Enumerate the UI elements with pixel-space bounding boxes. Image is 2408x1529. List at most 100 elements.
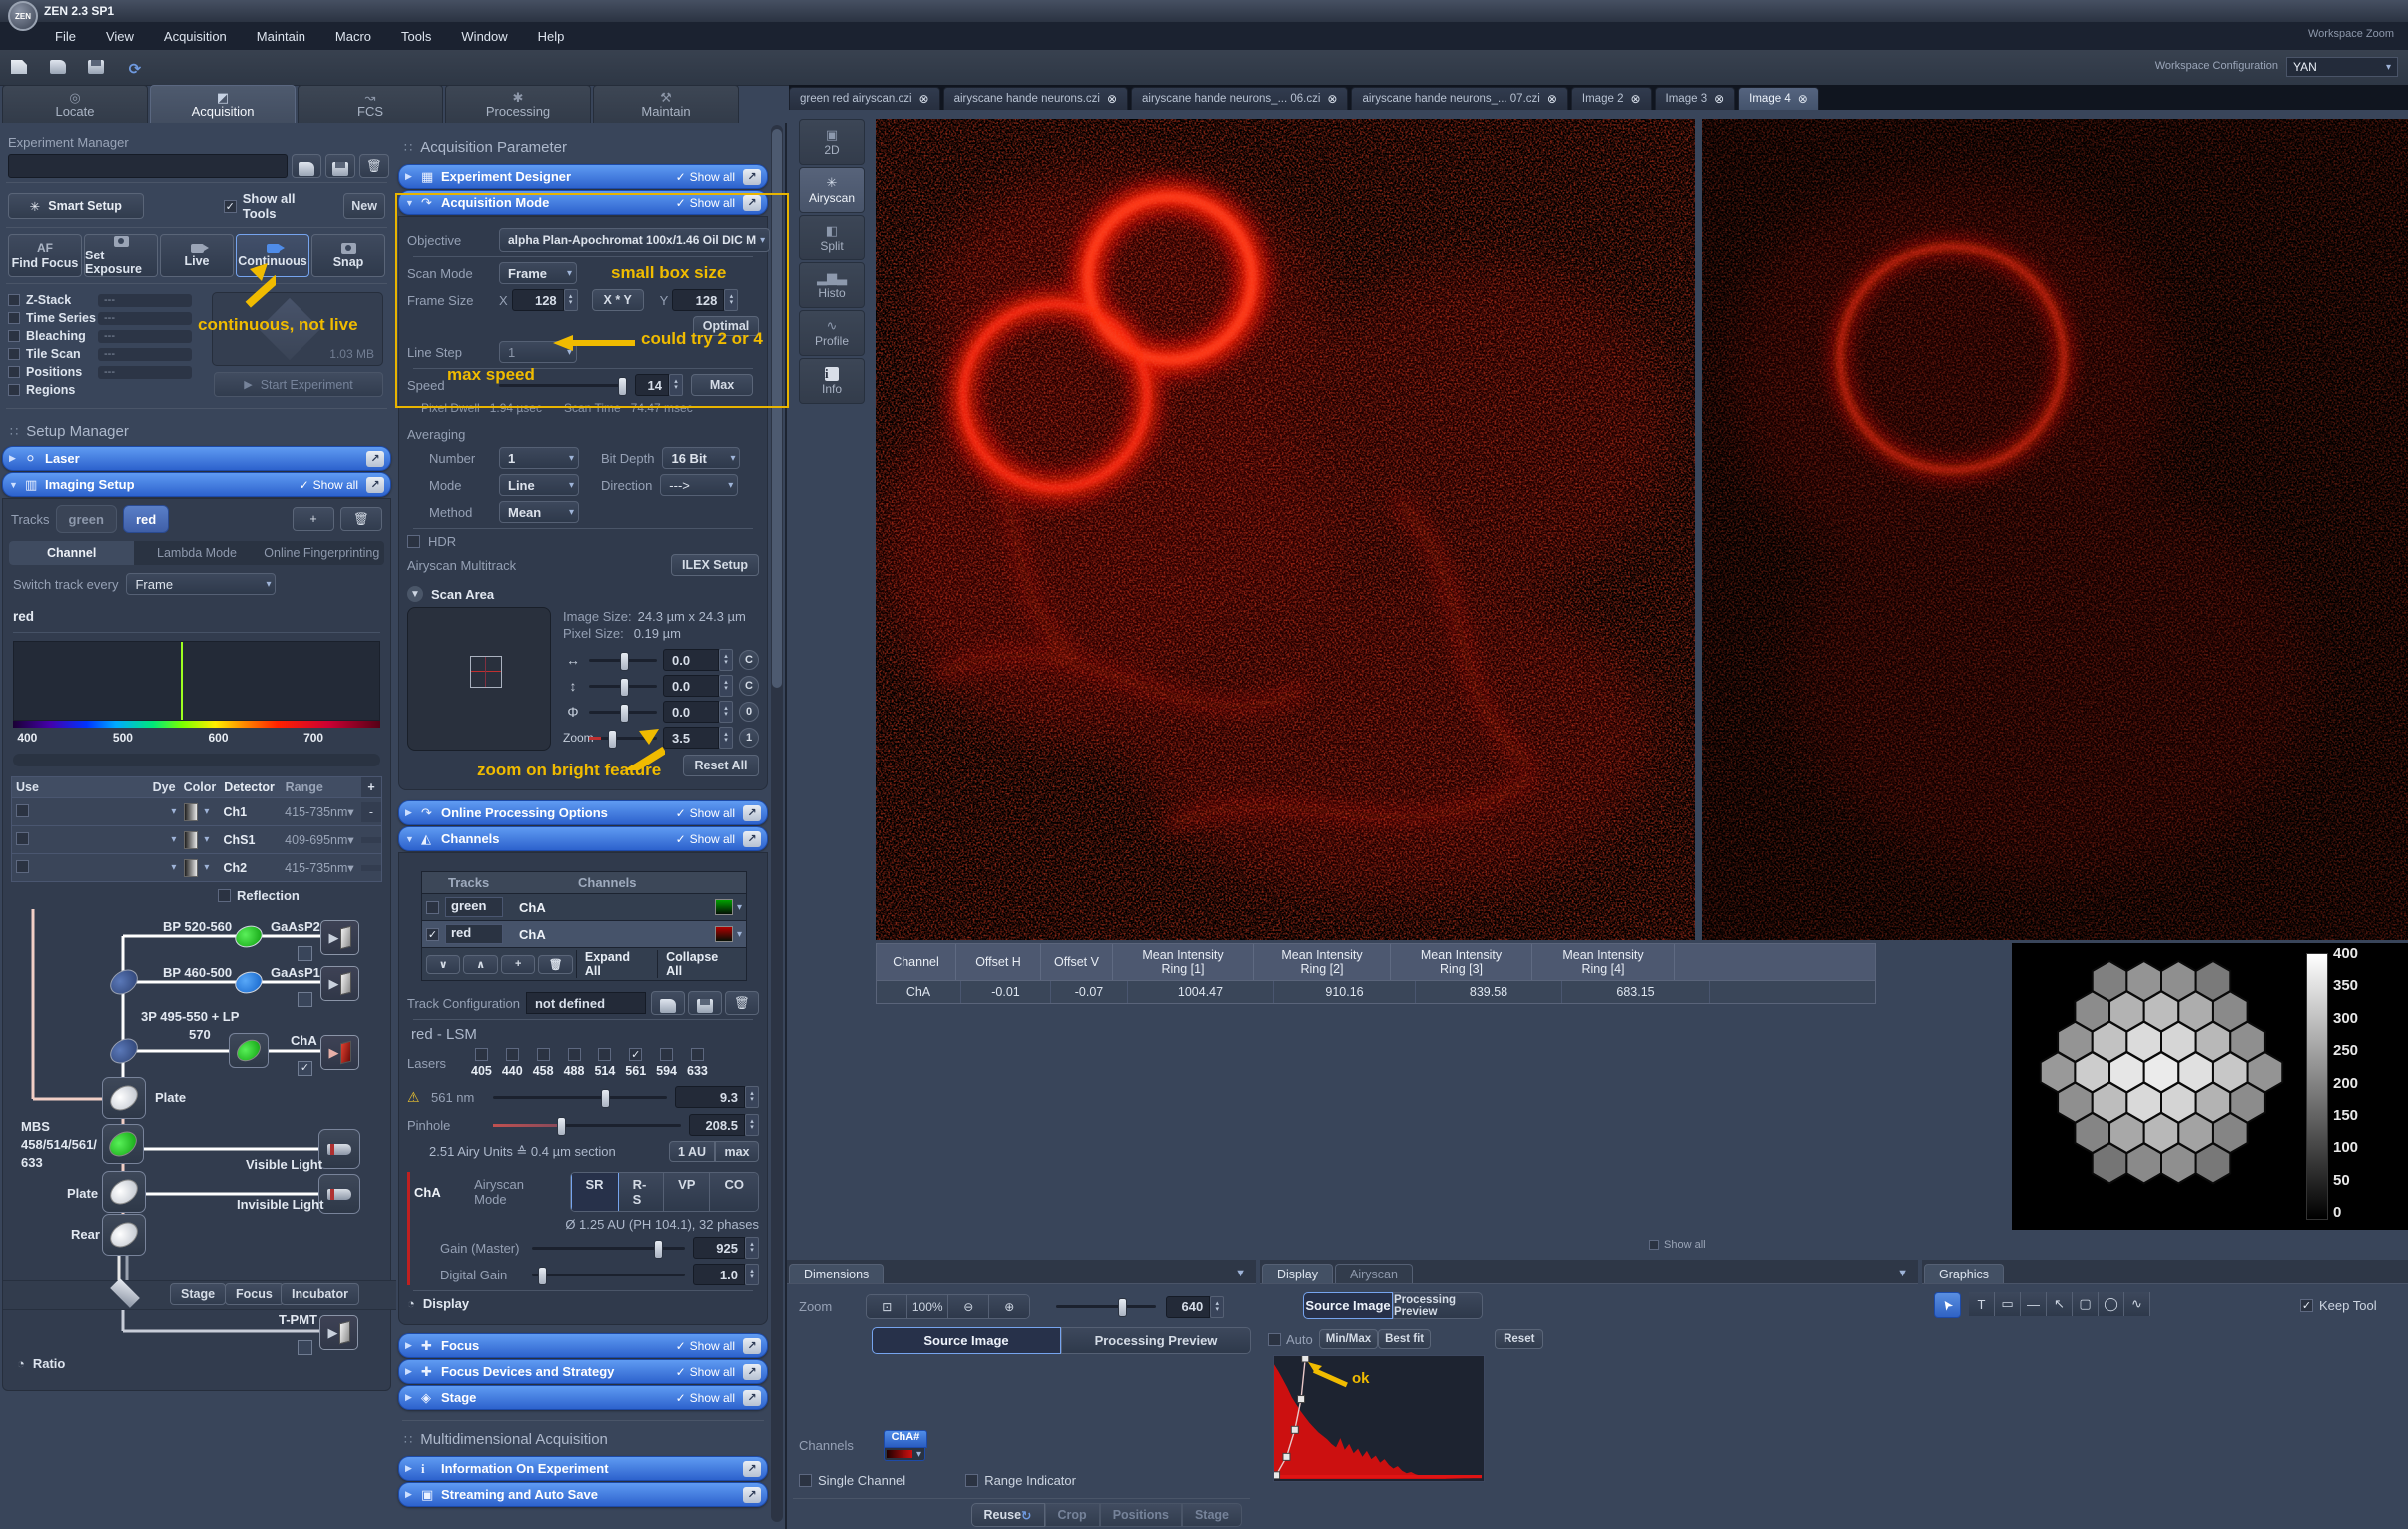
display-expander[interactable]: ◔ Display bbox=[407, 1296, 759, 1311]
show-all-toggle[interactable]: ✓Show all bbox=[676, 1391, 735, 1405]
collapse-all-button[interactable]: Collapse All bbox=[657, 950, 742, 978]
start-experiment-button[interactable]: ▶Start Experiment bbox=[214, 372, 383, 397]
airyscan-mode-vp[interactable]: VP bbox=[664, 1173, 710, 1211]
menu-item-maintain[interactable]: Maintain bbox=[242, 29, 320, 44]
tool-ruler-button[interactable]: ▭ bbox=[1995, 1292, 2021, 1316]
close-icon[interactable]: ⊗ bbox=[1714, 92, 1724, 106]
laser-633[interactable]: 633 bbox=[687, 1048, 708, 1078]
airyscan-tab[interactable]: Airyscan bbox=[1335, 1264, 1413, 1283]
rotation-slider[interactable] bbox=[589, 711, 657, 714]
expand-icon[interactable]: ▶ bbox=[9, 453, 25, 464]
viewer-zoom-slider[interactable] bbox=[1056, 1305, 1156, 1308]
streaming-autosave-bar[interactable]: ▶▣ Streaming and Auto Save ↗ bbox=[398, 1482, 768, 1507]
ratio-expander[interactable]: ◔Ratio bbox=[17, 1356, 65, 1371]
positions-button[interactable]: Positions bbox=[1100, 1503, 1182, 1527]
remove-channel-button[interactable]: - bbox=[361, 802, 381, 822]
new-experiment-button[interactable]: New bbox=[343, 193, 385, 219]
tool-spline-button[interactable]: ∿ bbox=[2124, 1292, 2150, 1316]
color-swatch[interactable] bbox=[184, 831, 198, 849]
rotation-stepper[interactable]: 0.0▴▾ bbox=[663, 701, 733, 723]
display-tab[interactable]: Display bbox=[1262, 1264, 1333, 1283]
add-channel-button[interactable]: + bbox=[361, 777, 381, 797]
expand-icon[interactable]: ▶ bbox=[405, 807, 421, 818]
collapse-icon[interactable]: ▼ bbox=[9, 480, 25, 490]
collapse-icon[interactable]: ▼ bbox=[405, 834, 421, 844]
laser-checkbox[interactable] bbox=[537, 1048, 550, 1061]
focus-button[interactable]: Focus bbox=[225, 1283, 284, 1305]
bestfit-button[interactable]: Best fit bbox=[1378, 1329, 1431, 1349]
show-all-toggle[interactable]: ✓Show all bbox=[676, 1339, 735, 1353]
document-tab[interactable]: Image 3⊗ bbox=[1655, 87, 1736, 110]
document-tab[interactable]: airyscane hande neurons_... 07.czi⊗ bbox=[1351, 87, 1567, 110]
laser-405[interactable]: 405 bbox=[471, 1048, 492, 1078]
move-down-button[interactable]: ∨ bbox=[426, 955, 460, 974]
laser-checkbox[interactable] bbox=[568, 1048, 581, 1061]
chevron-down-icon[interactable]: ▾ bbox=[204, 806, 209, 817]
experiment-designer-bar[interactable]: ▶ ▦ Experiment Designer ✓Show all ↗ bbox=[398, 164, 768, 189]
channel-color-swatch[interactable] bbox=[715, 926, 733, 942]
bit-depth-select[interactable]: 16 Bit▾ bbox=[662, 447, 740, 469]
view-tab-split[interactable]: ◧Split bbox=[799, 215, 865, 260]
close-icon[interactable]: ⊗ bbox=[1107, 92, 1117, 106]
digital-gain-slider[interactable] bbox=[532, 1274, 685, 1276]
track-red-chip[interactable]: red bbox=[123, 505, 169, 533]
main-tab-processing[interactable]: ✱Processing bbox=[445, 85, 591, 124]
mini-show-all-toggle[interactable]: Show all bbox=[1649, 1239, 1706, 1251]
offset-x-stepper[interactable]: 0.0▴▾ bbox=[663, 649, 733, 671]
zoom-stepper[interactable]: 3.5▴▾ bbox=[663, 727, 733, 749]
laser-power-slider[interactable] bbox=[493, 1096, 667, 1099]
popup-icon[interactable]: ↗ bbox=[743, 169, 761, 185]
chevron-down-icon[interactable]: ▾ bbox=[204, 862, 209, 873]
laser-checkbox[interactable] bbox=[598, 1048, 611, 1061]
laser-488[interactable]: 488 bbox=[564, 1048, 585, 1078]
chevron-down-icon[interactable]: ▾ bbox=[737, 902, 742, 913]
workspace-zoom-label[interactable]: Workspace Zoom bbox=[2308, 28, 2394, 40]
fluorescence-image-main[interactable] bbox=[876, 119, 1695, 940]
tool-line-button[interactable]: — bbox=[2021, 1292, 2047, 1316]
laser-checkbox[interactable]: ✓ bbox=[629, 1048, 642, 1061]
laser-checkbox[interactable] bbox=[506, 1048, 519, 1061]
center-y-button[interactable]: C bbox=[739, 676, 759, 696]
use-checkbox[interactable] bbox=[16, 832, 29, 845]
laser-power-stepper[interactable]: 9.3▴▾ bbox=[675, 1086, 759, 1108]
snap-button[interactable]: Snap bbox=[311, 234, 385, 277]
stage-button[interactable]: Stage bbox=[170, 1283, 226, 1305]
stage-button[interactable]: Stage bbox=[1182, 1503, 1242, 1527]
main-tab-locate[interactable]: ◎Locate bbox=[2, 85, 148, 124]
curve-handle[interactable] bbox=[1291, 1426, 1298, 1433]
chevron-down-icon[interactable]: ▾ bbox=[171, 806, 176, 817]
laser-section-bar[interactable]: ▶ ⚪ Laser ↗ bbox=[2, 446, 391, 471]
show-all-toggle[interactable]: ✓Show all bbox=[676, 832, 735, 846]
panel-collapse-icon[interactable]: ▼ bbox=[1897, 1268, 1908, 1279]
menu-item-window[interactable]: Window bbox=[446, 29, 522, 44]
experiment-delete-button[interactable]: 🗑 bbox=[359, 154, 389, 178]
close-icon[interactable]: ⊗ bbox=[1327, 92, 1337, 106]
popup-icon[interactable]: ↗ bbox=[743, 831, 761, 847]
popup-icon[interactable]: ↗ bbox=[743, 1461, 761, 1477]
tool-ellipse-button[interactable]: ◯ bbox=[2099, 1292, 2124, 1316]
expand-all-button[interactable]: Expand All bbox=[576, 950, 654, 978]
checkbox-icon[interactable] bbox=[8, 348, 20, 360]
menu-item-help[interactable]: Help bbox=[523, 29, 580, 44]
pinhole-slider[interactable] bbox=[493, 1124, 681, 1127]
laser-561[interactable]: ✓561 bbox=[625, 1048, 646, 1078]
close-icon[interactable]: ⊗ bbox=[1547, 92, 1557, 106]
online-processing-bar[interactable]: ▶ ↷ Online Processing Options ✓Show all … bbox=[398, 800, 768, 825]
laser-checkbox[interactable] bbox=[691, 1048, 704, 1061]
cha-checkbox[interactable]: ✓ bbox=[298, 1061, 312, 1076]
tpmt-checkbox[interactable] bbox=[298, 1340, 312, 1355]
imaging-tab-channel[interactable]: Channel bbox=[9, 541, 134, 565]
checkbox-icon[interactable] bbox=[8, 330, 20, 342]
color-swatch[interactable] bbox=[184, 859, 198, 877]
laser-514[interactable]: 514 bbox=[594, 1048, 615, 1078]
tool-select-button[interactable]: ➤ bbox=[1934, 1292, 1961, 1318]
tool-rect-button[interactable]: ▢ bbox=[2073, 1292, 2099, 1316]
view-tab-histo[interactable]: ▂▆▃Histo bbox=[799, 262, 865, 308]
processing-preview-button[interactable]: Processing Preview bbox=[1393, 1292, 1483, 1319]
averaging-method-select[interactable]: Mean▾ bbox=[499, 501, 579, 523]
averaging-mode-select[interactable]: Line▾ bbox=[499, 474, 579, 496]
chevron-down-icon[interactable]: ▾ bbox=[171, 834, 176, 845]
close-icon[interactable]: ⊗ bbox=[1798, 92, 1808, 106]
sync-button[interactable]: ⟳ bbox=[122, 55, 148, 79]
scan-area-preview[interactable] bbox=[407, 607, 551, 751]
